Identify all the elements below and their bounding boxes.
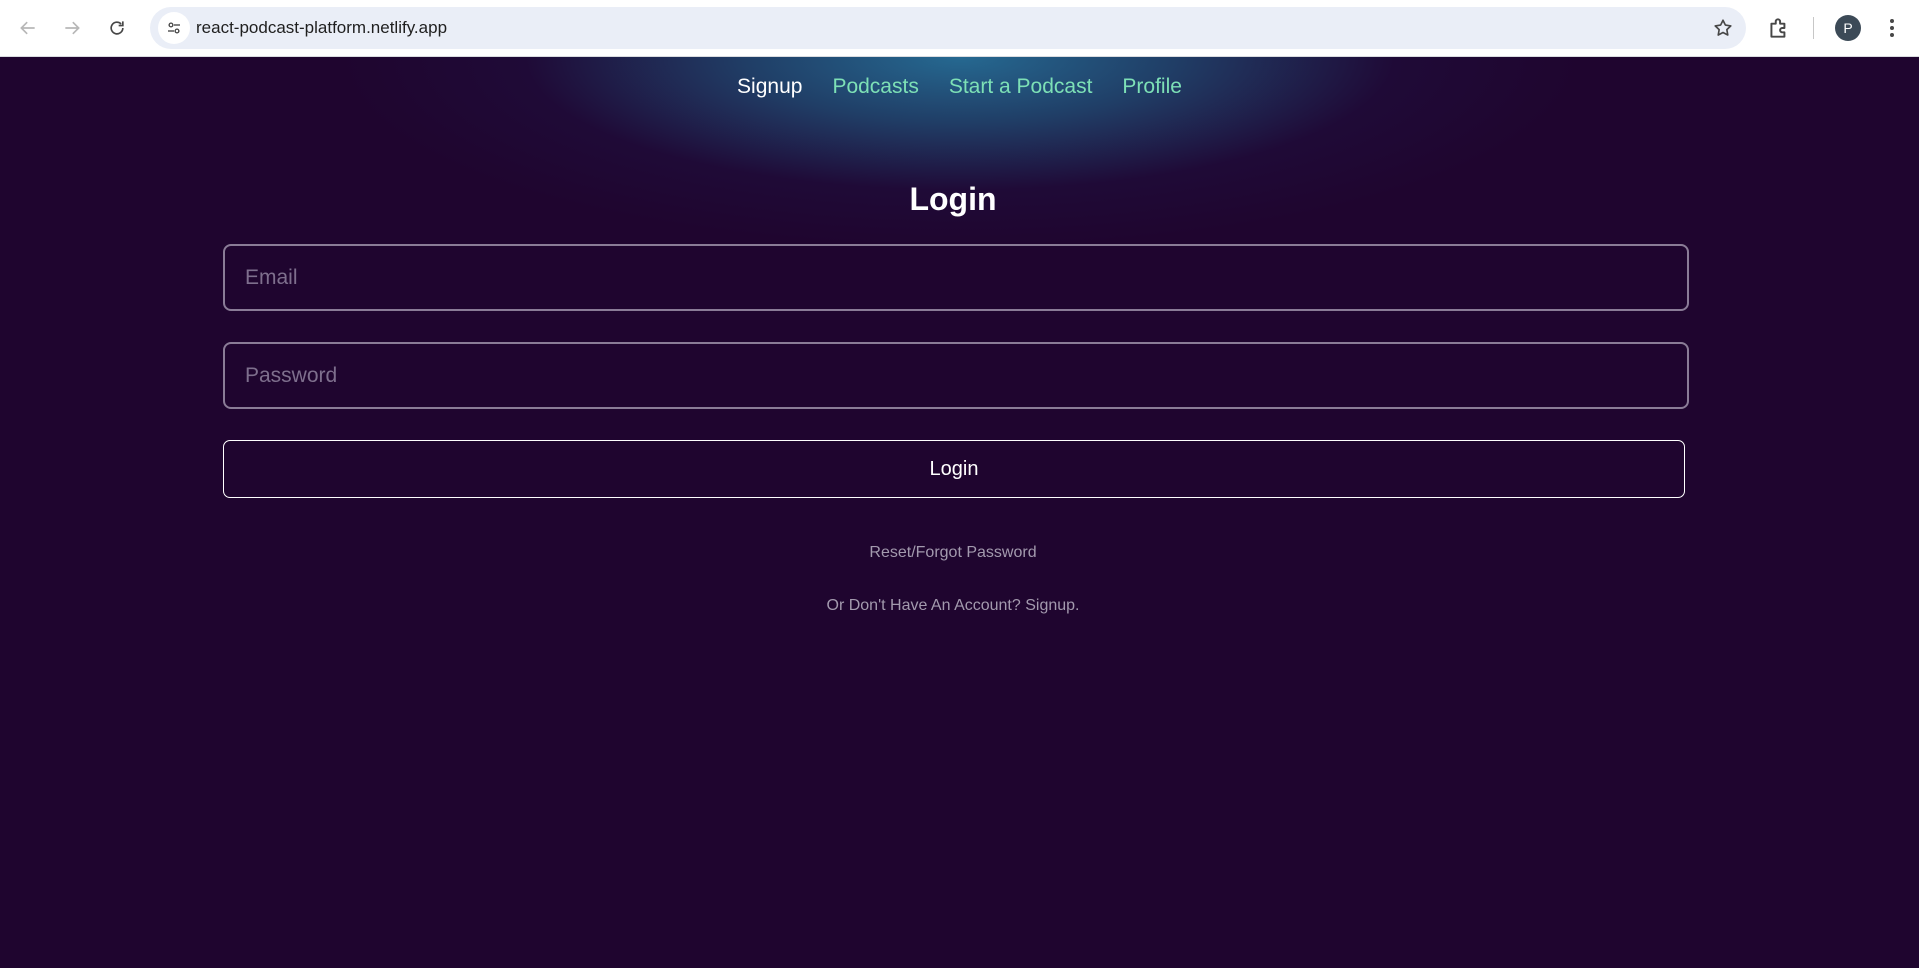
address-bar[interactable]: react-podcast-platform.netlify.app: [150, 7, 1746, 49]
star-icon[interactable]: [1712, 17, 1734, 39]
top-nav: Signup Podcasts Start a Podcast Profile: [0, 75, 1919, 99]
puzzle-icon[interactable]: [1766, 15, 1792, 41]
back-button[interactable]: [12, 12, 44, 44]
page-content: Signup Podcasts Start a Podcast Profile …: [0, 57, 1919, 968]
forward-button[interactable]: [56, 12, 88, 44]
nav-link-start-podcast[interactable]: Start a Podcast: [949, 75, 1093, 99]
forward-arrow-icon: [65, 21, 80, 35]
back-arrow-icon: [20, 21, 35, 35]
password-input[interactable]: [223, 342, 1689, 409]
reload-icon: [110, 21, 124, 35]
profile-avatar[interactable]: P: [1835, 15, 1861, 41]
site-info-button[interactable]: [158, 12, 190, 44]
browser-toolbar: react-podcast-platform.netlify.app P: [0, 0, 1919, 57]
reload-button[interactable]: [101, 12, 133, 44]
nav-link-podcasts[interactable]: Podcasts: [832, 75, 918, 99]
page-title: Login: [909, 181, 997, 217]
toolbar-divider: [1813, 17, 1814, 39]
signup-link[interactable]: Or Don't Have An Account? Signup.: [0, 597, 1906, 615]
url-text[interactable]: react-podcast-platform.netlify.app: [196, 7, 447, 49]
nav-link-profile[interactable]: Profile: [1122, 75, 1182, 99]
nav-link-signup[interactable]: Signup: [737, 75, 802, 99]
tune-icon: [168, 22, 180, 34]
kebab-menu-icon[interactable]: [1882, 14, 1902, 42]
reset-password-link[interactable]: Reset/Forgot Password: [0, 544, 1906, 562]
email-input[interactable]: [223, 244, 1689, 311]
login-button[interactable]: Login: [223, 440, 1685, 498]
